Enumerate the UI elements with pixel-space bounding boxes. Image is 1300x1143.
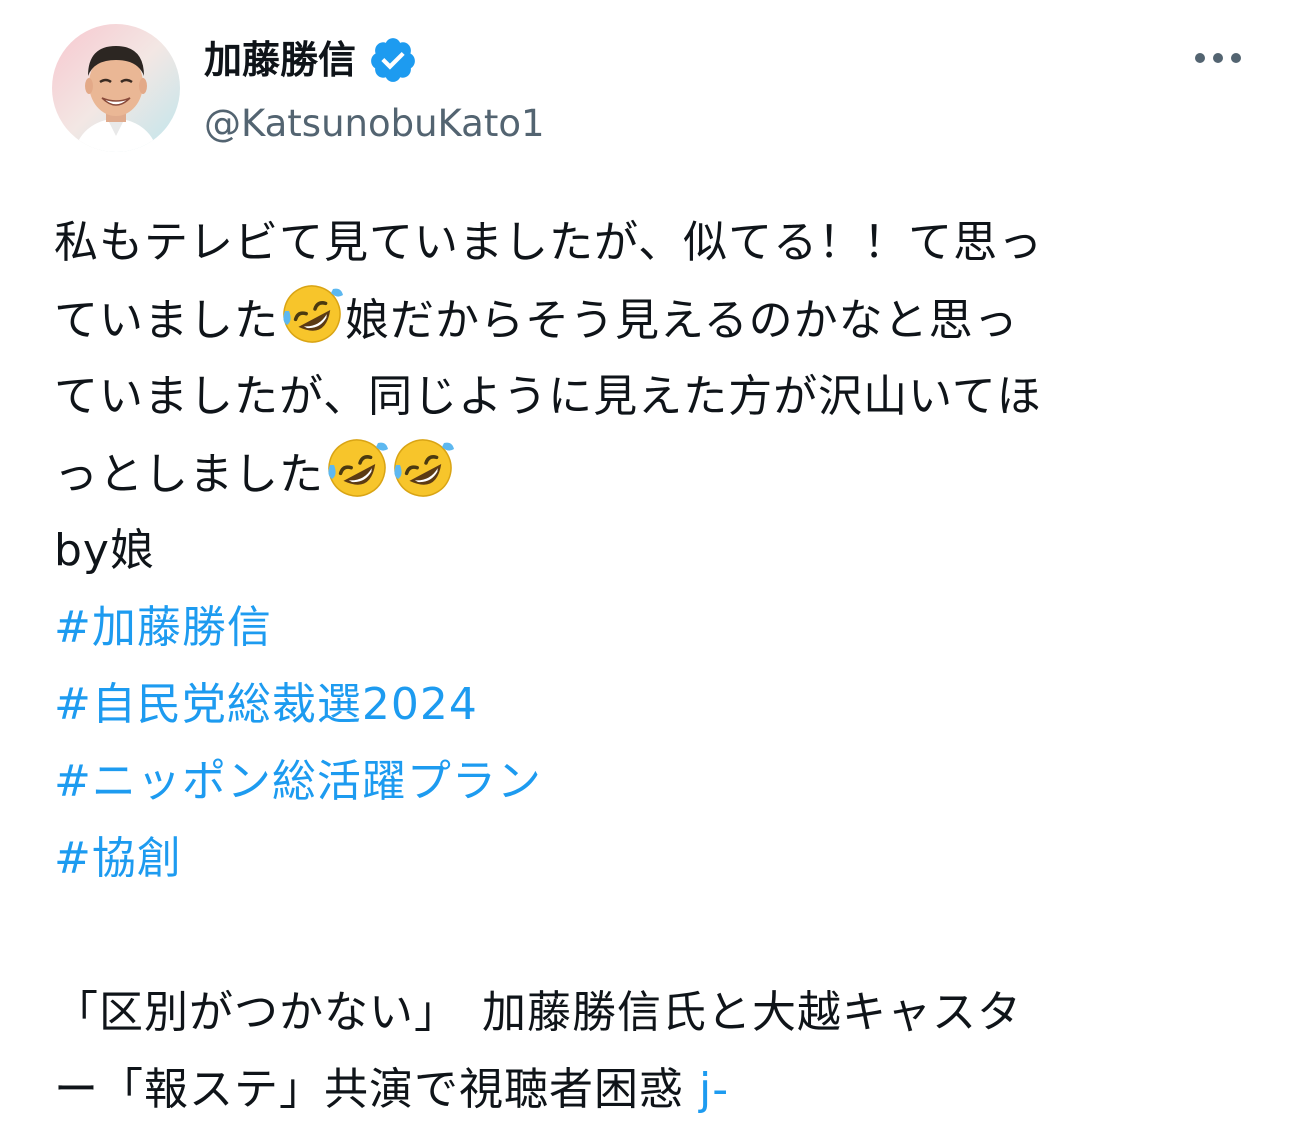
tweet-text-line: ていました 娘だからそう見えるのかなと思っ [54,281,1254,358]
tweet-text-line: 「区別がつかない」 加藤勝信氏と大越キャスタ [54,987,1022,1038]
author-handle[interactable]: @KatsunobuKato1 [204,96,545,152]
avatar-image [52,24,180,152]
rofl-emoji-icon [390,435,456,501]
tweet-text-line: っとしました [54,435,1254,512]
more-horizontal-icon [1195,53,1241,63]
hashtag-link[interactable]: #協創 [54,820,1254,897]
author-row: 加藤勝信 [204,30,418,90]
rofl-emoji-icon [324,435,390,501]
hashtag-link[interactable]: #ニッポン総活躍プラン [54,743,1254,820]
tweet-text-segment: 娘だからそう見えるのかなと思っ [345,295,1019,346]
tweet-text-line: ー「報ステ」共演で視聴者困惑 j- [54,1051,1254,1128]
rofl-emoji-icon [279,281,345,347]
hashtag-link[interactable]: #加藤勝信 [54,589,1254,666]
tweet-body: 私もテレビて見ていましたが、似てる！！て思っ ていました 娘だからそう見えるのかな… [54,204,1254,1128]
tweet: 加藤勝信 @KatsunobuKato1 私もテレビて見ていましたが、似てる！！… [0,0,1300,1143]
tweet-text-segment: っとしました [54,449,324,500]
more-options-button[interactable] [1186,30,1250,86]
tweet-text-segment: ー「報ステ」共演で視聴者困惑 [54,1064,699,1115]
article-link[interactable]: j- [699,1064,729,1115]
tweet-text-line: ていましたが、同じように見えた方が沢山いてほ [54,371,1042,422]
author-display-name[interactable]: 加藤勝信 [204,30,356,90]
hashtag-link[interactable]: #自民党総裁選2024 [54,666,1254,743]
tweet-text-line: by娘 [54,525,155,576]
tweet-text-line: 私もテレビて見ていましたが、似てる！！て思っ [54,217,1044,268]
tweet-text-segment: ていました [54,295,279,346]
verified-badge-icon[interactable] [368,35,418,85]
avatar[interactable] [52,24,180,152]
